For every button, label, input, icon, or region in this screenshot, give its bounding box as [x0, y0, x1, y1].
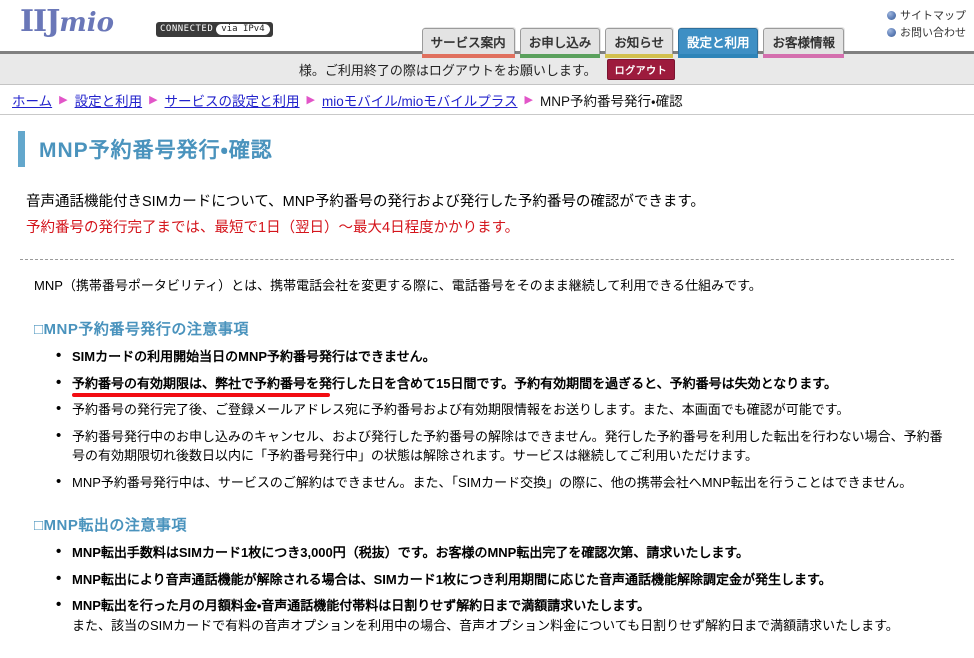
breadcrumb-item-4: MNP予約番号発行・確認 [539, 93, 683, 109]
annotated-text: 予約番号の有効期限は、弊社で予約番号を発行した日を含めて15日間です。予約有効期… [72, 374, 837, 397]
breadcrumb-item-0[interactable]: ホーム [12, 90, 52, 110]
notice-box: MNP（携帯番号ポータビリティ）とは、携帯電話会社を変更する際に、電話番号をその… [20, 259, 954, 635]
page-intro: 音声通話機能付きSIMカードについて、MNP予約番号の発行および発行した予約番号… [26, 189, 962, 241]
breadcrumb-separator-icon: ▶ [524, 94, 533, 106]
notice-list-item: MNP転出を行った月の月額料金・音声通話機能付帯料は日割りせず解約日まで満額請求… [56, 595, 946, 635]
main-content: MNP予約番号発行・確認 音声通話機能付きSIMカードについて、MNP予約番号の… [0, 123, 974, 635]
nav-tab-4[interactable]: お客様情報 [763, 28, 844, 58]
connection-status-badge: CONNECTED via IPv4 [156, 22, 273, 37]
breadcrumb: ホーム ▶ 設定と利用 ▶ サービスの設定と利用 ▶ mioモバイル/mioモバイルプラス ▶… [0, 85, 974, 115]
logout-bar: 様。ご利用終了の際はログアウトをお願いします。 ログアウト [0, 54, 974, 85]
notice-list-item: MNP転出により音声通話機能が解除される場合は、SIMカード1枚につき利用期間に… [56, 569, 946, 590]
contact-link-label: お問い合わせ [900, 27, 966, 39]
nav-tab-0[interactable]: サービス案内 [421, 28, 515, 58]
nav-tab-label: サービス案内 [430, 36, 506, 50]
red-underline-annotation [72, 393, 330, 397]
page-title-block: MNP予約番号発行・確認 [18, 123, 962, 175]
page-title: MNP予約番号発行・確認 [39, 139, 273, 162]
ball-bullet-icon [887, 11, 896, 20]
sitemap-link[interactable]: サイトマップ [887, 8, 966, 25]
breadcrumb-item-3[interactable]: mioモバイル/mioモバイルプラス [322, 90, 518, 110]
connection-protocol-value: via IPv4 [216, 24, 270, 35]
ball-bullet-icon [887, 28, 896, 37]
breadcrumb-separator-icon: ▶ [149, 94, 158, 106]
logo-text-mio: mio [59, 8, 114, 38]
notice-text-line: また、該当のSIMカードで有料の音声オプションを利用中の場合、音声オプション料金… [72, 617, 899, 633]
contact-link[interactable]: お問い合わせ [887, 25, 966, 42]
logout-message: 様。ご利用終了の際はログアウトをお願いします。 [298, 62, 597, 78]
notice-list-item: 予約番号の有効期限は、弊社で予約番号を発行した日を含めて15日間です。予約有効期… [56, 373, 946, 397]
notice-list-1: MNP転出手数料はSIMカード1枚につき3,000円（税抜）です。お客様のMNP… [48, 542, 946, 635]
nav-tab-2[interactable]: お知らせ [605, 28, 673, 58]
logo-text-iij: IIJ [20, 4, 60, 39]
intro-line-1: 音声通話機能付きSIMカードについて、MNP予約番号の発行および発行した予約番号… [26, 194, 705, 210]
notice-text-line: MNP予約番号発行中は、サービスのご解約はできません。また、「SIMカード交換」… [72, 474, 913, 490]
breadcrumb-separator-icon: ▶ [59, 94, 68, 106]
nav-tab-label: お申し込み [528, 36, 592, 50]
notice-text-line: MNP転出により音声通話機能が解除される場合は、SIMカード1枚につき利用期間に… [72, 571, 832, 587]
global-nav-tabs: サービス案内 お申し込み お知らせ 設定と利用 お客様情報 [421, 20, 844, 58]
notice-text-line: SIMカードの利用開始当日のMNP予約番号発行はできません。 [72, 349, 436, 364]
notice-list-item: MNP転出手数料はSIMカード1枚につき3,000円（税抜）です。お客様のMNP… [56, 542, 946, 563]
mnp-definition-text: MNP（携帯番号ポータビリティ）とは、携帯電話会社を変更する際に、電話番号をその… [34, 278, 762, 293]
logout-button[interactable]: ログアウト [606, 58, 676, 80]
notice-text-line: 予約番号発行中のお申し込みのキャンセル、および発行した予約番号の解除はできません… [72, 428, 943, 464]
notice-list-0: SIMカードの利用開始当日のMNP予約番号発行はできません。予約番号の有効期限は… [48, 346, 946, 493]
nav-tab-label: お客様情報 [772, 36, 835, 50]
section-heading-0: □MNP予約番号発行の注意事項 [34, 321, 249, 338]
nav-tab-3[interactable]: 設定と利用 [677, 28, 759, 58]
nav-tab-1[interactable]: お申し込み [519, 28, 601, 58]
notice-list-item: SIMカードの利用開始当日のMNP予約番号発行はできません。 [56, 346, 946, 367]
notice-text-line: MNP転出を行った月の月額料金・音声通話機能付帯料は日割りせず解約日まで満額請求… [72, 598, 651, 613]
section-heading-1: □MNP転出の注意事項 [34, 517, 187, 534]
breadcrumb-item-1[interactable]: 設定と利用 [75, 90, 143, 110]
site-header: IIJmio CONNECTED via IPv4 サイトマップ お問い合わせ … [0, 0, 974, 58]
intro-line-2-alert: 予約番号の発行完了までは、最短で1日（翌日）～最大4日程度かかります。 [26, 220, 520, 236]
nav-tab-label: お知らせ [614, 36, 664, 50]
notice-sections: □MNP予約番号発行の注意事項 SIMカードの利用開始当日のMNP予約番号発行はで… [20, 318, 954, 635]
notice-list-item: MNP予約番号発行中は、サービスのご解約はできません。また、「SIMカード交換」… [56, 472, 946, 493]
utility-links: サイトマップ お問い合わせ [887, 8, 966, 42]
sitemap-link-label: サイトマップ [900, 10, 966, 22]
iijmio-logo[interactable]: IIJmio [20, 7, 114, 37]
breadcrumb-separator-icon: ▶ [306, 94, 316, 106]
connection-status-label: CONNECTED [160, 24, 214, 34]
notice-list-item: 予約番号発行中のお申し込みのキャンセル、および発行した予約番号の解除はできません… [56, 426, 946, 466]
notice-text-line: 予約番号の発行完了後、ご登録メールアドレス宛に予約番号および有効期限情報をお送り… [72, 402, 850, 417]
nav-tab-label: 設定と利用 [686, 36, 750, 50]
title-accent-bar [18, 131, 25, 167]
breadcrumb-item-2[interactable]: サービスの設定と利用 [165, 90, 300, 110]
notice-list-item: 予約番号の発行完了後、ご登録メールアドレス宛に予約番号および有効期限情報をお送り… [56, 399, 946, 420]
notice-text-line: MNP転出手数料はSIMカード1枚につき3,000円（税抜）です。お客様のMNP… [72, 545, 750, 560]
